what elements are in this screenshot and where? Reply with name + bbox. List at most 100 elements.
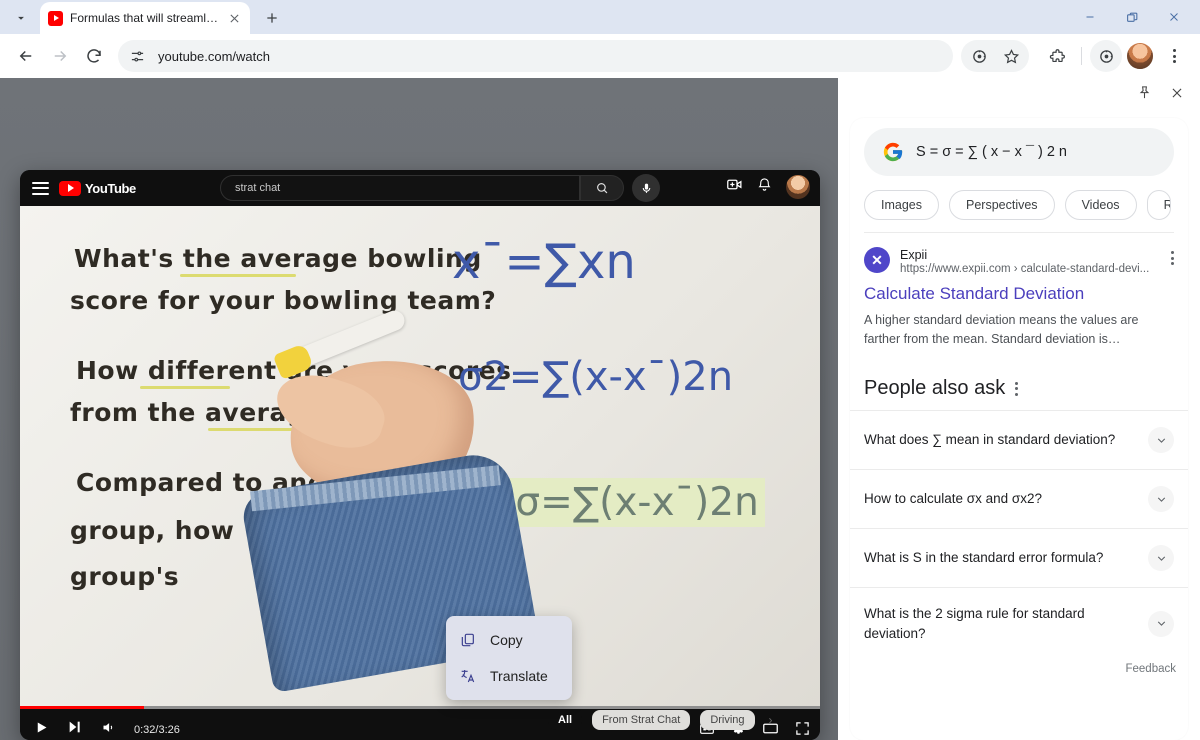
maximize-restore-button[interactable]: [1112, 2, 1152, 32]
close-icon[interactable]: [1170, 86, 1184, 105]
next-button[interactable]: [67, 719, 83, 740]
account-avatar[interactable]: [786, 175, 810, 199]
side-panel-header: [838, 78, 1200, 112]
minimize-button[interactable]: [1070, 2, 1110, 32]
lens-icon[interactable]: [963, 40, 995, 72]
whiteboard-line-6: group, how: [70, 516, 235, 545]
copy-icon: [458, 630, 478, 650]
pin-icon[interactable]: [1137, 85, 1152, 105]
chrome-menu-icon[interactable]: [1158, 40, 1190, 72]
paa-question-3: What is S in the standard error formula?: [864, 550, 1104, 566]
tab-strip: Formulas that will streamline: [0, 0, 1200, 34]
filter-chip-partial[interactable]: R: [1146, 190, 1171, 220]
chip-all[interactable]: All: [548, 710, 583, 730]
search-icon[interactable]: [580, 175, 624, 201]
filter-chip-images[interactable]: Images: [864, 190, 939, 220]
reload-icon[interactable]: [78, 40, 110, 72]
hand-with-marker: [239, 307, 550, 693]
lens-results-card: S = σ = ∑ ( x − x ¯ ) 2 n Images Perspec…: [850, 118, 1188, 740]
paa-question-1: What does ∑ mean in standard deviation?: [864, 432, 1116, 448]
progress-bar[interactable]: [20, 706, 820, 709]
lens-filter-chips: Images Perspectives Videos R: [850, 176, 1188, 232]
chevron-down-icon[interactable]: [1148, 545, 1174, 572]
search-result[interactable]: ✕ Expii https://www.expii.com › calculat…: [850, 233, 1188, 277]
youtube-search-input[interactable]: strat chat: [220, 175, 580, 201]
window-controls: [1070, 0, 1200, 34]
video-frame[interactable]: What's the average bowling score for you…: [20, 206, 820, 706]
result-title-link[interactable]: Calculate Standard Deviation: [850, 277, 1188, 304]
forward-icon[interactable]: [44, 40, 76, 72]
lens-search-query-box[interactable]: S = σ = ∑ ( x − x ¯ ) 2 n: [864, 128, 1174, 176]
google-lens-icon[interactable]: [1090, 40, 1122, 72]
whiteboard-line-1: What's the average bowling: [74, 244, 482, 273]
people-also-ask-overflow-icon[interactable]: [1015, 381, 1019, 396]
browser-toolbar: youtube.com/watch: [0, 34, 1200, 78]
whiteboard: What's the average bowling score for you…: [20, 206, 820, 706]
bookmark-star-icon[interactable]: [995, 40, 1027, 72]
back-icon[interactable]: [10, 40, 42, 72]
people-also-ask-header: People also ask: [850, 349, 1188, 410]
result-site-name: Expii: [900, 248, 928, 262]
chevron-down-icon[interactable]: [1148, 486, 1174, 513]
formula-mean: x¯=∑xn: [452, 234, 636, 290]
tab-close-icon[interactable]: [226, 10, 242, 26]
site-settings-icon[interactable]: [124, 43, 150, 69]
time-display: 0:32/3:26: [134, 723, 180, 736]
chip-driving[interactable]: Driving: [700, 710, 755, 730]
result-url: https://www.expii.com › calculate-standa…: [900, 263, 1150, 276]
context-menu-copy[interactable]: Copy: [446, 622, 572, 658]
context-menu-translate[interactable]: Translate: [446, 658, 572, 694]
captured-content-area: YouTube strat chat What's the average bo…: [0, 78, 838, 740]
new-tab-button[interactable]: [258, 4, 286, 32]
paa-question-2: How to calculate σx and σx2?: [864, 491, 1043, 507]
context-menu-translate-label: Translate: [490, 668, 548, 684]
chip-from-strat-chat[interactable]: From Strat Chat: [592, 710, 691, 730]
context-menu-copy-label: Copy: [490, 632, 523, 648]
tab-search-chevron-icon[interactable]: [4, 4, 38, 32]
chevron-down-icon[interactable]: [1148, 610, 1174, 637]
fullscreen-button[interactable]: [795, 721, 810, 740]
extensions-icon[interactable]: [1041, 40, 1073, 72]
lens-query-text: S = σ = ∑ ( x − x ¯ ) 2 n: [916, 144, 1067, 160]
youtube-search-value: strat chat: [235, 182, 281, 194]
filter-chip-videos[interactable]: Videos: [1064, 190, 1137, 220]
omnibox-action-group: [961, 40, 1029, 72]
youtube-favicon-icon: [48, 10, 63, 26]
youtube-play-icon: [59, 180, 81, 196]
url-text: youtube.com/watch: [158, 48, 271, 64]
whiteboard-line-2: score for your bowling team?: [70, 286, 497, 315]
result-overflow-icon[interactable]: [1171, 247, 1174, 265]
close-window-button[interactable]: [1154, 2, 1194, 32]
video-filter-chips: All From Strat Chat Driving ›: [548, 710, 773, 730]
youtube-logo-text: YouTube: [85, 180, 136, 196]
profile-avatar[interactable]: [1124, 40, 1156, 72]
tab-title: Formulas that will streamline: [70, 11, 219, 25]
translate-icon: [458, 666, 478, 686]
expii-favicon-icon: ✕: [864, 247, 890, 273]
menu-icon[interactable]: [32, 181, 49, 195]
play-button[interactable]: [34, 720, 49, 740]
browser-window: Formulas that will streamline youtube.co…: [0, 0, 1200, 740]
youtube-header-actions: [726, 175, 810, 199]
browser-tab[interactable]: Formulas that will streamline: [40, 2, 250, 34]
filter-chip-perspectives[interactable]: Perspectives: [949, 190, 1055, 220]
mic-icon[interactable]: [632, 174, 660, 202]
feedback-link[interactable]: Feedback: [850, 659, 1188, 683]
people-also-ask-item[interactable]: What is the 2 sigma rule for standard de…: [850, 587, 1188, 659]
whiteboard-line-7: group's: [70, 562, 180, 591]
create-video-icon[interactable]: [726, 176, 743, 198]
address-bar[interactable]: youtube.com/watch: [118, 40, 953, 72]
chevron-down-icon[interactable]: [1148, 427, 1174, 454]
paa-question-4: What is the 2 sigma rule for standard de…: [864, 606, 1085, 641]
people-also-ask-item[interactable]: What does ∑ mean in standard deviation?: [850, 410, 1188, 469]
notifications-bell-icon[interactable]: [757, 177, 772, 197]
people-also-ask-item[interactable]: How to calculate σx and σx2?: [850, 469, 1188, 528]
selection-context-menu: Copy Translate: [446, 616, 572, 700]
youtube-page-card: YouTube strat chat What's the average bo…: [20, 170, 820, 740]
google-logo-icon: [882, 141, 904, 163]
youtube-logo[interactable]: YouTube: [59, 180, 136, 196]
people-also-ask-item[interactable]: What is S in the standard error formula?: [850, 528, 1188, 587]
volume-button[interactable]: [101, 720, 116, 740]
youtube-header: YouTube strat chat: [20, 170, 820, 206]
chips-next-arrow-icon[interactable]: ›: [769, 713, 773, 727]
